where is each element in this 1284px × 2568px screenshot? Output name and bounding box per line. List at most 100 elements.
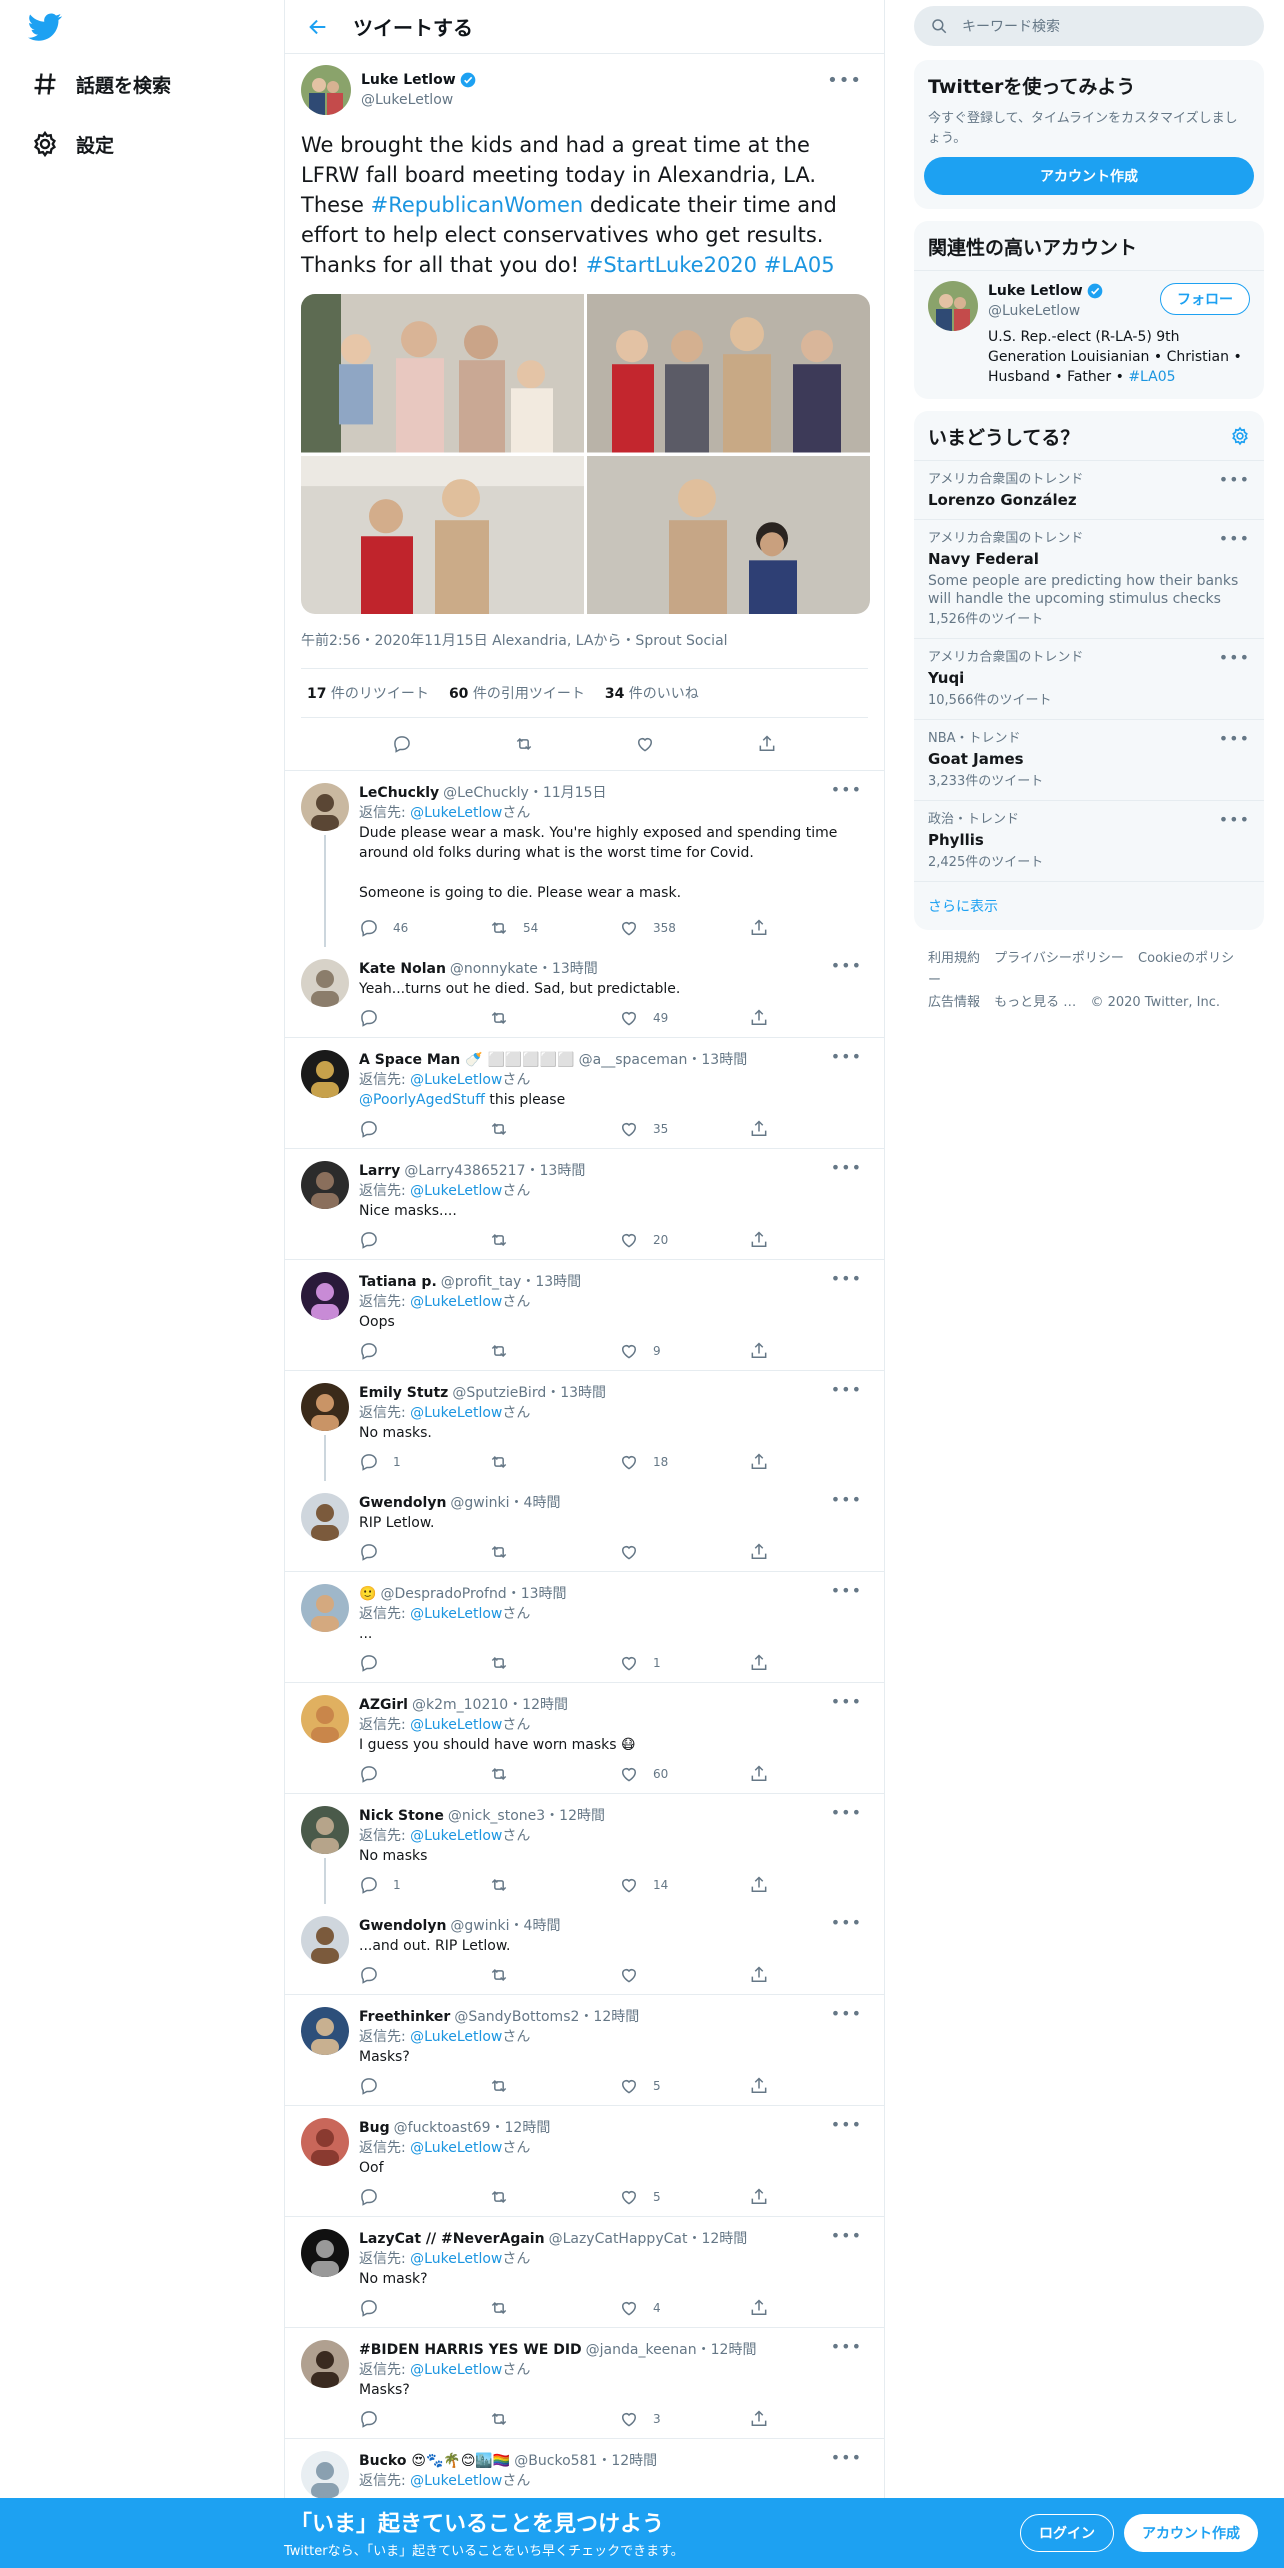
- reply-icon[interactable]: [392, 734, 412, 754]
- nav-settings[interactable]: 設定: [28, 124, 114, 164]
- reply-tweet[interactable]: #BIDEN HARRIS YES WE DID @janda_keenan ・12…: [285, 2328, 884, 2439]
- more-options-icon[interactable]: •••: [1219, 472, 1250, 488]
- reply-author-name[interactable]: #BIDEN HARRIS YES WE DID: [359, 2340, 582, 2360]
- reply-author-name[interactable]: Gwendolyn: [359, 1916, 446, 1936]
- more-options-icon[interactable]: •••: [827, 72, 862, 90]
- reply-time[interactable]: ・12時間: [697, 2340, 757, 2360]
- more-options-icon[interactable]: •••: [831, 1805, 862, 1821]
- hashtag-link[interactable]: #LA05: [1128, 369, 1175, 385]
- reply-button[interactable]: [359, 1008, 489, 1028]
- reply-tweet[interactable]: AZGirl @k2m_10210 ・12時間 返信先: @LukeLetlowさん I…: [285, 1683, 884, 1794]
- share-button[interactable]: [749, 2187, 769, 2207]
- reply-tweet[interactable]: 🙂 @DespradoProfnd ・13時間 返信先: @LukeLetlowさん.…: [285, 1572, 884, 1683]
- reply-author-name[interactable]: 🙂: [359, 1584, 376, 1604]
- reply-button[interactable]: [359, 1764, 489, 1784]
- retweet-button[interactable]: [489, 2409, 619, 2429]
- like-button[interactable]: 9: [619, 1341, 749, 1361]
- more-options-icon[interactable]: •••: [831, 1694, 862, 1710]
- reply-time[interactable]: ・13時間: [507, 1584, 567, 1604]
- more-options-icon[interactable]: •••: [831, 1160, 862, 1176]
- share-button[interactable]: [749, 1452, 769, 1472]
- avatar[interactable]: [301, 1584, 349, 1632]
- reply-author-handle[interactable]: @gwinki: [450, 1493, 509, 1513]
- share-button[interactable]: [749, 1965, 769, 1985]
- reply-author-name[interactable]: Nick Stone: [359, 1806, 444, 1826]
- reply-to-link[interactable]: @LukeLetlow: [410, 2029, 502, 2045]
- more-options-icon[interactable]: •••: [1219, 531, 1250, 547]
- avatar[interactable]: [301, 1916, 349, 1964]
- avatar[interactable]: [301, 1272, 349, 1320]
- reply-button[interactable]: [359, 1341, 489, 1361]
- footer-link[interactable]: もっと見る …: [994, 995, 1076, 1010]
- like-button[interactable]: 18: [619, 1452, 749, 1472]
- reply-time[interactable]: ・12時間: [491, 2118, 551, 2138]
- reply-author-name[interactable]: LazyCat // #NeverAgain: [359, 2229, 545, 2249]
- retweet-button[interactable]: [489, 1965, 619, 1985]
- reply-author-name[interactable]: Tatiana p.: [359, 1272, 437, 1292]
- retweet-button[interactable]: [489, 1542, 619, 1562]
- share-button[interactable]: [749, 918, 769, 938]
- more-options-icon[interactable]: •••: [831, 2339, 862, 2355]
- like-button[interactable]: 35: [619, 1119, 749, 1139]
- reply-button[interactable]: [359, 1542, 489, 1562]
- hashtag-link[interactable]: #RepublicanWomen: [371, 193, 584, 217]
- avatar[interactable]: [301, 959, 349, 1007]
- avatar[interactable]: [301, 2007, 349, 2055]
- avatar[interactable]: [301, 783, 349, 831]
- share-button[interactable]: [749, 1875, 769, 1895]
- likes-stat[interactable]: 34 件のいいね: [605, 683, 699, 703]
- share-icon[interactable]: [757, 734, 777, 754]
- search-input[interactable]: キーワード検索: [914, 6, 1264, 46]
- avatar[interactable]: [301, 1695, 349, 1743]
- more-options-icon[interactable]: •••: [831, 2006, 862, 2022]
- reply-to-link[interactable]: @LukeLetlow: [410, 1606, 502, 1622]
- more-options-icon[interactable]: •••: [831, 1382, 862, 1398]
- footer-link[interactable]: 利用規約: [928, 951, 980, 966]
- hashtag-link[interactable]: #StartLuke2020: [586, 253, 757, 277]
- photo[interactable]: [301, 294, 584, 453]
- photo[interactable]: [587, 455, 870, 614]
- retweet-button[interactable]: [489, 1008, 619, 1028]
- more-options-icon[interactable]: •••: [831, 2117, 862, 2133]
- footer-link[interactable]: プライバシーポリシー: [994, 951, 1124, 966]
- hashtag-link[interactable]: #LA05: [764, 253, 835, 277]
- reply-to-link[interactable]: @LukeLetlow: [410, 2251, 502, 2267]
- share-button[interactable]: [749, 1119, 769, 1139]
- related-name[interactable]: Luke Letlow: [988, 281, 1083, 301]
- reply-author-handle[interactable]: @k2m_10210: [412, 1695, 508, 1715]
- reply-time[interactable]: ・12時間: [545, 1806, 605, 1826]
- reply-button[interactable]: [359, 1965, 489, 1985]
- like-button[interactable]: [619, 1965, 749, 1985]
- retweet-button[interactable]: [489, 2298, 619, 2318]
- reply-to-link[interactable]: @LukeLetlow: [410, 805, 502, 821]
- photo[interactable]: [301, 455, 584, 614]
- trend-item[interactable]: NBA・トレンド Goat James 3,233件のツイート •••: [914, 719, 1264, 800]
- retweet-icon[interactable]: [514, 734, 534, 754]
- reply-to-link[interactable]: @LukeLetlow: [410, 2140, 502, 2156]
- retweet-button[interactable]: [489, 1230, 619, 1250]
- share-button[interactable]: [749, 1008, 769, 1028]
- share-button[interactable]: [749, 1542, 769, 1562]
- reply-tweet[interactable]: Kate Nolan @nonnykate ・13時間 Yeah...turns ou…: [285, 947, 884, 1038]
- reply-author-name[interactable]: Kate Nolan: [359, 959, 446, 979]
- trend-item[interactable]: アメリカ合衆国のトレンド Lorenzo González •••: [914, 460, 1264, 519]
- reply-author-name[interactable]: Larry: [359, 1161, 400, 1181]
- avatar[interactable]: [301, 2451, 349, 2499]
- more-options-icon[interactable]: •••: [831, 782, 862, 798]
- avatar[interactable]: [301, 2229, 349, 2277]
- retweet-button[interactable]: [489, 1875, 619, 1895]
- avatar[interactable]: [928, 281, 978, 331]
- more-options-icon[interactable]: •••: [831, 1049, 862, 1065]
- reply-author-name[interactable]: Freethinker: [359, 2007, 450, 2027]
- reply-button[interactable]: [359, 2298, 489, 2318]
- reply-to-link[interactable]: @LukeLetlow: [410, 1183, 502, 1199]
- reply-button[interactable]: [359, 2409, 489, 2429]
- share-button[interactable]: [749, 2076, 769, 2096]
- reply-tweet[interactable]: Larry @Larry43865217 ・13時間 返信先: @LukeLetlow…: [285, 1149, 884, 1260]
- reply-button[interactable]: 1: [359, 1452, 489, 1472]
- reply-tweet[interactable]: Gwendolyn @gwinki ・4時間 RIP Letlow. •••: [285, 1481, 884, 1572]
- mention-link[interactable]: @PoorlyAgedStuff: [359, 1092, 485, 1108]
- trend-item[interactable]: アメリカ合衆国のトレンド Navy Federal Some people are …: [914, 519, 1264, 638]
- retweet-button[interactable]: [489, 2076, 619, 2096]
- reply-to-link[interactable]: @LukeLetlow: [410, 1405, 502, 1421]
